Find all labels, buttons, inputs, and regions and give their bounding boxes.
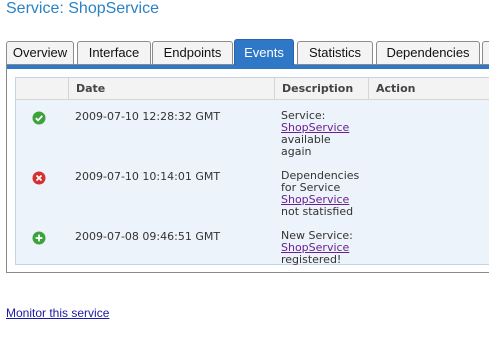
- header-date: Date: [68, 78, 274, 99]
- desc-text: registered!: [281, 253, 342, 266]
- panel-accent-bar: [7, 65, 489, 69]
- event-description: Service: ShopService available again: [281, 110, 371, 158]
- event-date: 2009-07-10 10:14:01 GMT: [75, 170, 221, 183]
- table-row: 2009-07-10 10:14:01 GMT Dependencies for…: [16, 170, 489, 220]
- tab-events[interactable]: Events: [234, 39, 294, 65]
- tab-interface[interactable]: Interface: [77, 41, 151, 64]
- monitor-service-link[interactable]: Monitor this service: [6, 306, 109, 320]
- header-description: Description: [274, 78, 368, 99]
- page-title: Service: ShopService: [6, 0, 159, 17]
- desc-text: not statisfied: [281, 205, 354, 218]
- desc-text: again: [281, 145, 312, 158]
- tab-overview[interactable]: Overview: [6, 41, 74, 64]
- check-circle-icon: [32, 111, 46, 125]
- event-date: 2009-07-08 09:46:51 GMT: [75, 230, 221, 243]
- tab-statistics[interactable]: Statistics: [297, 41, 373, 64]
- table-header: Date Description Action: [16, 78, 489, 100]
- event-description: Dependencies for Service ShopService not…: [281, 170, 371, 218]
- tab-overflow[interactable]: [482, 41, 489, 64]
- tab-dependencies[interactable]: Dependencies: [376, 41, 480, 64]
- events-table: Date Description Action 2009-07-10 12:28…: [15, 77, 489, 266]
- error-x-circle-icon: [32, 171, 46, 185]
- events-panel: Date Description Action 2009-07-10 12:28…: [6, 64, 489, 273]
- header-action: Action: [368, 78, 489, 99]
- table-row: 2009-07-10 12:28:32 GMT Service: ShopSer…: [16, 110, 489, 160]
- event-description: New Service: ShopService registered!: [281, 230, 371, 266]
- table-row: 2009-07-08 09:46:51 GMT New Service: Sho…: [16, 230, 489, 266]
- tab-bar: Overview Interface Endpoints Events Stat…: [6, 39, 489, 65]
- plus-circle-icon: [32, 231, 46, 245]
- event-date: 2009-07-10 12:28:32 GMT: [75, 110, 221, 123]
- header-status: [16, 78, 68, 99]
- tab-endpoints[interactable]: Endpoints: [152, 41, 233, 64]
